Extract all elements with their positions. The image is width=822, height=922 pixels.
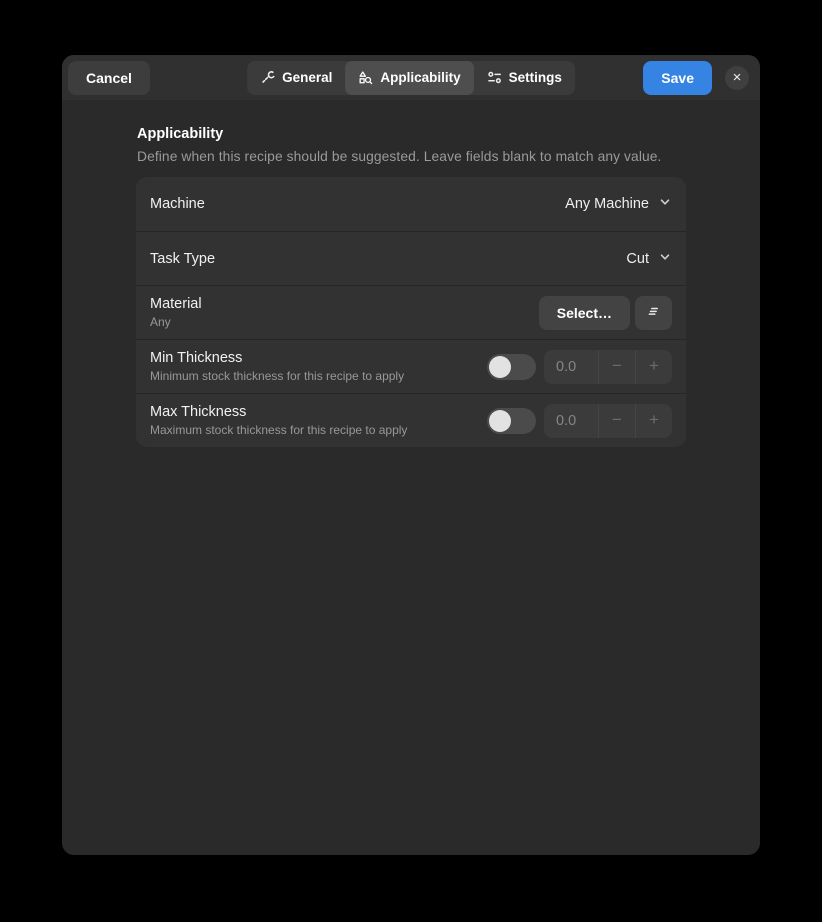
view-switcher: General Applicability: [247, 61, 575, 95]
applicability-page: Applicability Define when this recipe sh…: [62, 100, 760, 447]
minus-button[interactable]: −: [598, 404, 635, 438]
tab-label: Applicability: [380, 70, 460, 85]
max-thickness-value[interactable]: 0.0: [544, 404, 598, 438]
task-type-row[interactable]: Task Type Cut: [136, 231, 686, 285]
recipe-dialog: Cancel General: [62, 55, 760, 855]
min-thickness-label: Min Thickness: [150, 350, 404, 366]
toggles-icon: [487, 70, 502, 85]
close-button[interactable]: ×: [725, 66, 749, 90]
cancel-button[interactable]: Cancel: [68, 61, 150, 95]
machine-dropdown[interactable]: Any Machine: [565, 195, 672, 213]
material-subtitle: Any: [150, 315, 202, 329]
staggered-lines-icon: [646, 304, 661, 322]
close-icon: ×: [733, 70, 742, 85]
material-label: Material: [150, 296, 202, 312]
chevron-down-icon: [658, 195, 672, 213]
task-type-dropdown[interactable]: Cut: [626, 250, 672, 268]
max-thickness-spinbutton[interactable]: 0.0 − +: [544, 404, 672, 438]
page-title: Applicability: [137, 126, 686, 142]
minus-icon: −: [612, 356, 622, 376]
plus-button[interactable]: +: [635, 404, 672, 438]
switch-knob: [489, 410, 511, 432]
material-row: Material Any Select…: [136, 285, 686, 339]
minus-icon: −: [612, 410, 622, 430]
applicability-list: Machine Any Machine Task Type: [136, 177, 686, 447]
plus-icon: +: [649, 356, 659, 376]
plus-button[interactable]: +: [635, 350, 672, 384]
task-type-label: Task Type: [150, 251, 215, 267]
wrench-icon: [260, 70, 275, 85]
tab-general[interactable]: General: [247, 61, 345, 95]
machine-row[interactable]: Machine Any Machine: [136, 177, 686, 231]
machine-label: Machine: [150, 196, 205, 212]
plus-icon: +: [649, 410, 659, 430]
shapes-search-icon: [358, 70, 373, 85]
chevron-down-icon: [658, 250, 672, 268]
material-select-button[interactable]: Select…: [539, 296, 630, 330]
task-type-selected-value: Cut: [626, 251, 649, 267]
min-thickness-value[interactable]: 0.0: [544, 350, 598, 384]
min-thickness-row: Min Thickness Minimum stock thickness fo…: [136, 339, 686, 393]
tab-label: General: [282, 70, 332, 85]
min-thickness-subtitle: Minimum stock thickness for this recipe …: [150, 369, 404, 383]
max-thickness-row: Max Thickness Maximum stock thickness fo…: [136, 393, 686, 447]
machine-selected-value: Any Machine: [565, 196, 649, 212]
header-bar: Cancel General: [62, 55, 760, 100]
minus-button[interactable]: −: [598, 350, 635, 384]
tab-settings[interactable]: Settings: [474, 61, 575, 95]
page-description: Define when this recipe should be sugges…: [137, 149, 686, 164]
max-thickness-subtitle: Maximum stock thickness for this recipe …: [150, 423, 407, 437]
max-thickness-switch[interactable]: [487, 408, 536, 434]
tab-applicability[interactable]: Applicability: [345, 61, 473, 95]
min-thickness-switch[interactable]: [487, 354, 536, 380]
switch-knob: [489, 356, 511, 378]
max-thickness-label: Max Thickness: [150, 404, 407, 420]
save-button[interactable]: Save: [643, 61, 712, 95]
min-thickness-spinbutton[interactable]: 0.0 − +: [544, 350, 672, 384]
material-list-button[interactable]: [635, 296, 672, 330]
tab-label: Settings: [509, 70, 562, 85]
